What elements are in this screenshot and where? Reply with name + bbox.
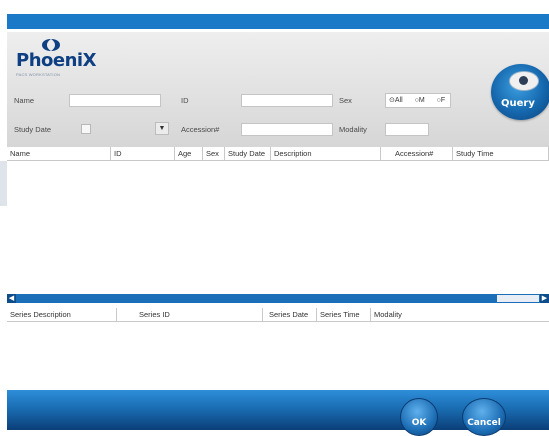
logo-tagline: PACS WORKSTATION (16, 72, 61, 77)
logo-wordmark: PhoeniX (16, 50, 96, 71)
search-panel: PhoeniX PACS WORKSTATION Name ID Sex ⊙Al… (7, 32, 549, 147)
cancel-button[interactable]: Cancel (462, 398, 506, 436)
col-series-id[interactable]: Series ID (117, 308, 263, 321)
col-series-time[interactable]: Series Time (317, 308, 371, 321)
series-table-header: Series Description Series ID Series Date… (7, 308, 549, 322)
sex-label: Sex (339, 96, 352, 105)
scroll-left-icon[interactable]: ◀ (7, 294, 16, 303)
study-table-header: Name ID Age Sex Study Date Description A… (7, 147, 549, 161)
col-name[interactable]: Name (7, 147, 111, 160)
col-id[interactable]: ID (111, 147, 175, 160)
ok-button[interactable]: OK (400, 398, 438, 436)
col-sex[interactable]: Sex (203, 147, 225, 160)
phoenix-logo: PhoeniX PACS WORKSTATION (16, 38, 96, 88)
col-series-description[interactable]: Series Description (7, 308, 117, 321)
sex-option-f[interactable]: ○F (437, 97, 451, 104)
series-list[interactable] (7, 322, 549, 390)
sex-radio-group: ⊙All ○M ○F (385, 93, 451, 108)
scroll-thumb[interactable] (497, 295, 539, 302)
sex-option-all[interactable]: ⊙All (389, 97, 408, 104)
id-input[interactable] (241, 94, 333, 107)
scroll-right-icon[interactable]: ▶ (540, 294, 549, 303)
col-study-time[interactable]: Study Time (453, 147, 549, 160)
eye-icon (509, 71, 539, 91)
title-bar (7, 14, 549, 29)
query-button-label: Query (501, 98, 535, 109)
name-label: Name (14, 96, 35, 105)
horizontal-scrollbar[interactable]: ◀ ▶ (7, 294, 549, 303)
col-study-date[interactable]: Study Date (225, 147, 271, 160)
cancel-button-label: Cancel (467, 418, 501, 428)
calendar-icon[interactable] (81, 124, 91, 134)
chevron-down-icon[interactable]: ▼ (155, 122, 169, 135)
id-label: ID (181, 96, 189, 105)
modality-input[interactable] (385, 123, 429, 136)
query-button[interactable]: Query (491, 64, 549, 120)
modality-label: Modality (339, 125, 367, 134)
accession-label: Accession# (181, 125, 220, 134)
col-description[interactable]: Description (271, 147, 381, 160)
ok-button-label: OK (411, 418, 427, 428)
left-edge-tab (0, 161, 7, 206)
sex-option-m[interactable]: ○M (415, 97, 430, 104)
study-list[interactable] (7, 161, 549, 293)
accession-input[interactable] (241, 123, 333, 136)
col-age[interactable]: Age (175, 147, 203, 160)
col-modality[interactable]: Modality (371, 308, 549, 321)
study-date-label: Study Date (14, 125, 52, 134)
name-input[interactable] (69, 94, 161, 107)
col-series-date[interactable]: Series Date (263, 308, 317, 321)
col-accession[interactable]: Accession# (381, 147, 453, 160)
